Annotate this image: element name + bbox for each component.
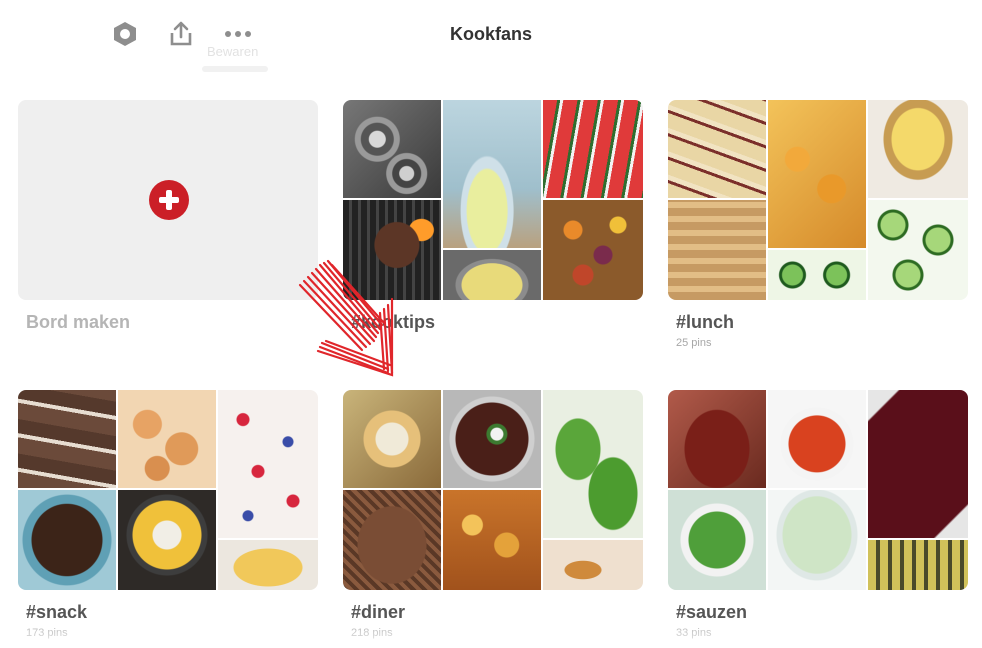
pin-count: 33 pins [676,627,712,639]
pin-image [343,490,441,590]
pin-image [868,100,968,198]
pin-image [343,390,441,488]
pin-image [218,390,318,538]
pin-image [768,100,866,248]
pin-count: 25 pins [676,337,712,349]
pin-image [868,540,968,590]
pin-image [443,100,541,248]
board-card-snack[interactable]: #snack 173 pins [18,390,318,639]
pin-image [768,490,866,590]
red-arrow-annotation [298,259,394,377]
pin-image [543,390,643,538]
board-collage[interactable] [668,100,968,300]
create-board-label[interactable]: Bord maken [26,312,130,333]
page-title: Kookfans [449,24,532,44]
pin-image [443,490,541,590]
create-board-card[interactable]: Bord maken [18,100,318,332]
pin-image [768,390,866,488]
pin-image [443,390,541,488]
pin-image [118,390,216,488]
board-card-sauzen[interactable]: #sauzen 33 pins [668,390,968,639]
ghost-tab-label: Bewaren [207,44,259,59]
board-collage[interactable] [668,390,968,590]
pin-image [668,200,766,300]
pin-image [218,540,318,590]
pin-image [18,390,116,488]
pin-image [543,540,643,590]
pin-image [768,250,866,300]
board-card-diner[interactable]: #diner 218 pins [343,390,643,639]
pin-image [868,200,968,300]
pin-image [543,200,643,300]
pin-image [668,100,766,198]
pin-image [443,250,541,300]
header: Bewaren Kookfans [0,0,982,80]
pin-image [868,390,968,538]
pin-image [668,390,766,488]
add-icon[interactable] [149,180,189,220]
board-name[interactable]: #snack [26,602,87,623]
bottom-fade [0,618,982,648]
board-collage[interactable] [18,390,318,590]
tab-indicator [202,66,268,72]
board-name[interactable]: #diner [351,602,405,623]
board-name[interactable]: #lunch [676,312,734,333]
pin-image [343,100,441,198]
pin-image [18,490,116,590]
pin-count: 218 pins [351,627,393,639]
board-collage[interactable] [343,390,643,590]
pin-image [118,490,216,590]
pin-image [668,490,766,590]
pin-count: 173 pins [26,627,68,639]
board-name[interactable]: #sauzen [676,602,747,623]
create-board-box[interactable] [18,100,318,300]
board-card-lunch[interactable]: #lunch 25 pins [668,100,968,349]
pin-image [543,100,643,198]
